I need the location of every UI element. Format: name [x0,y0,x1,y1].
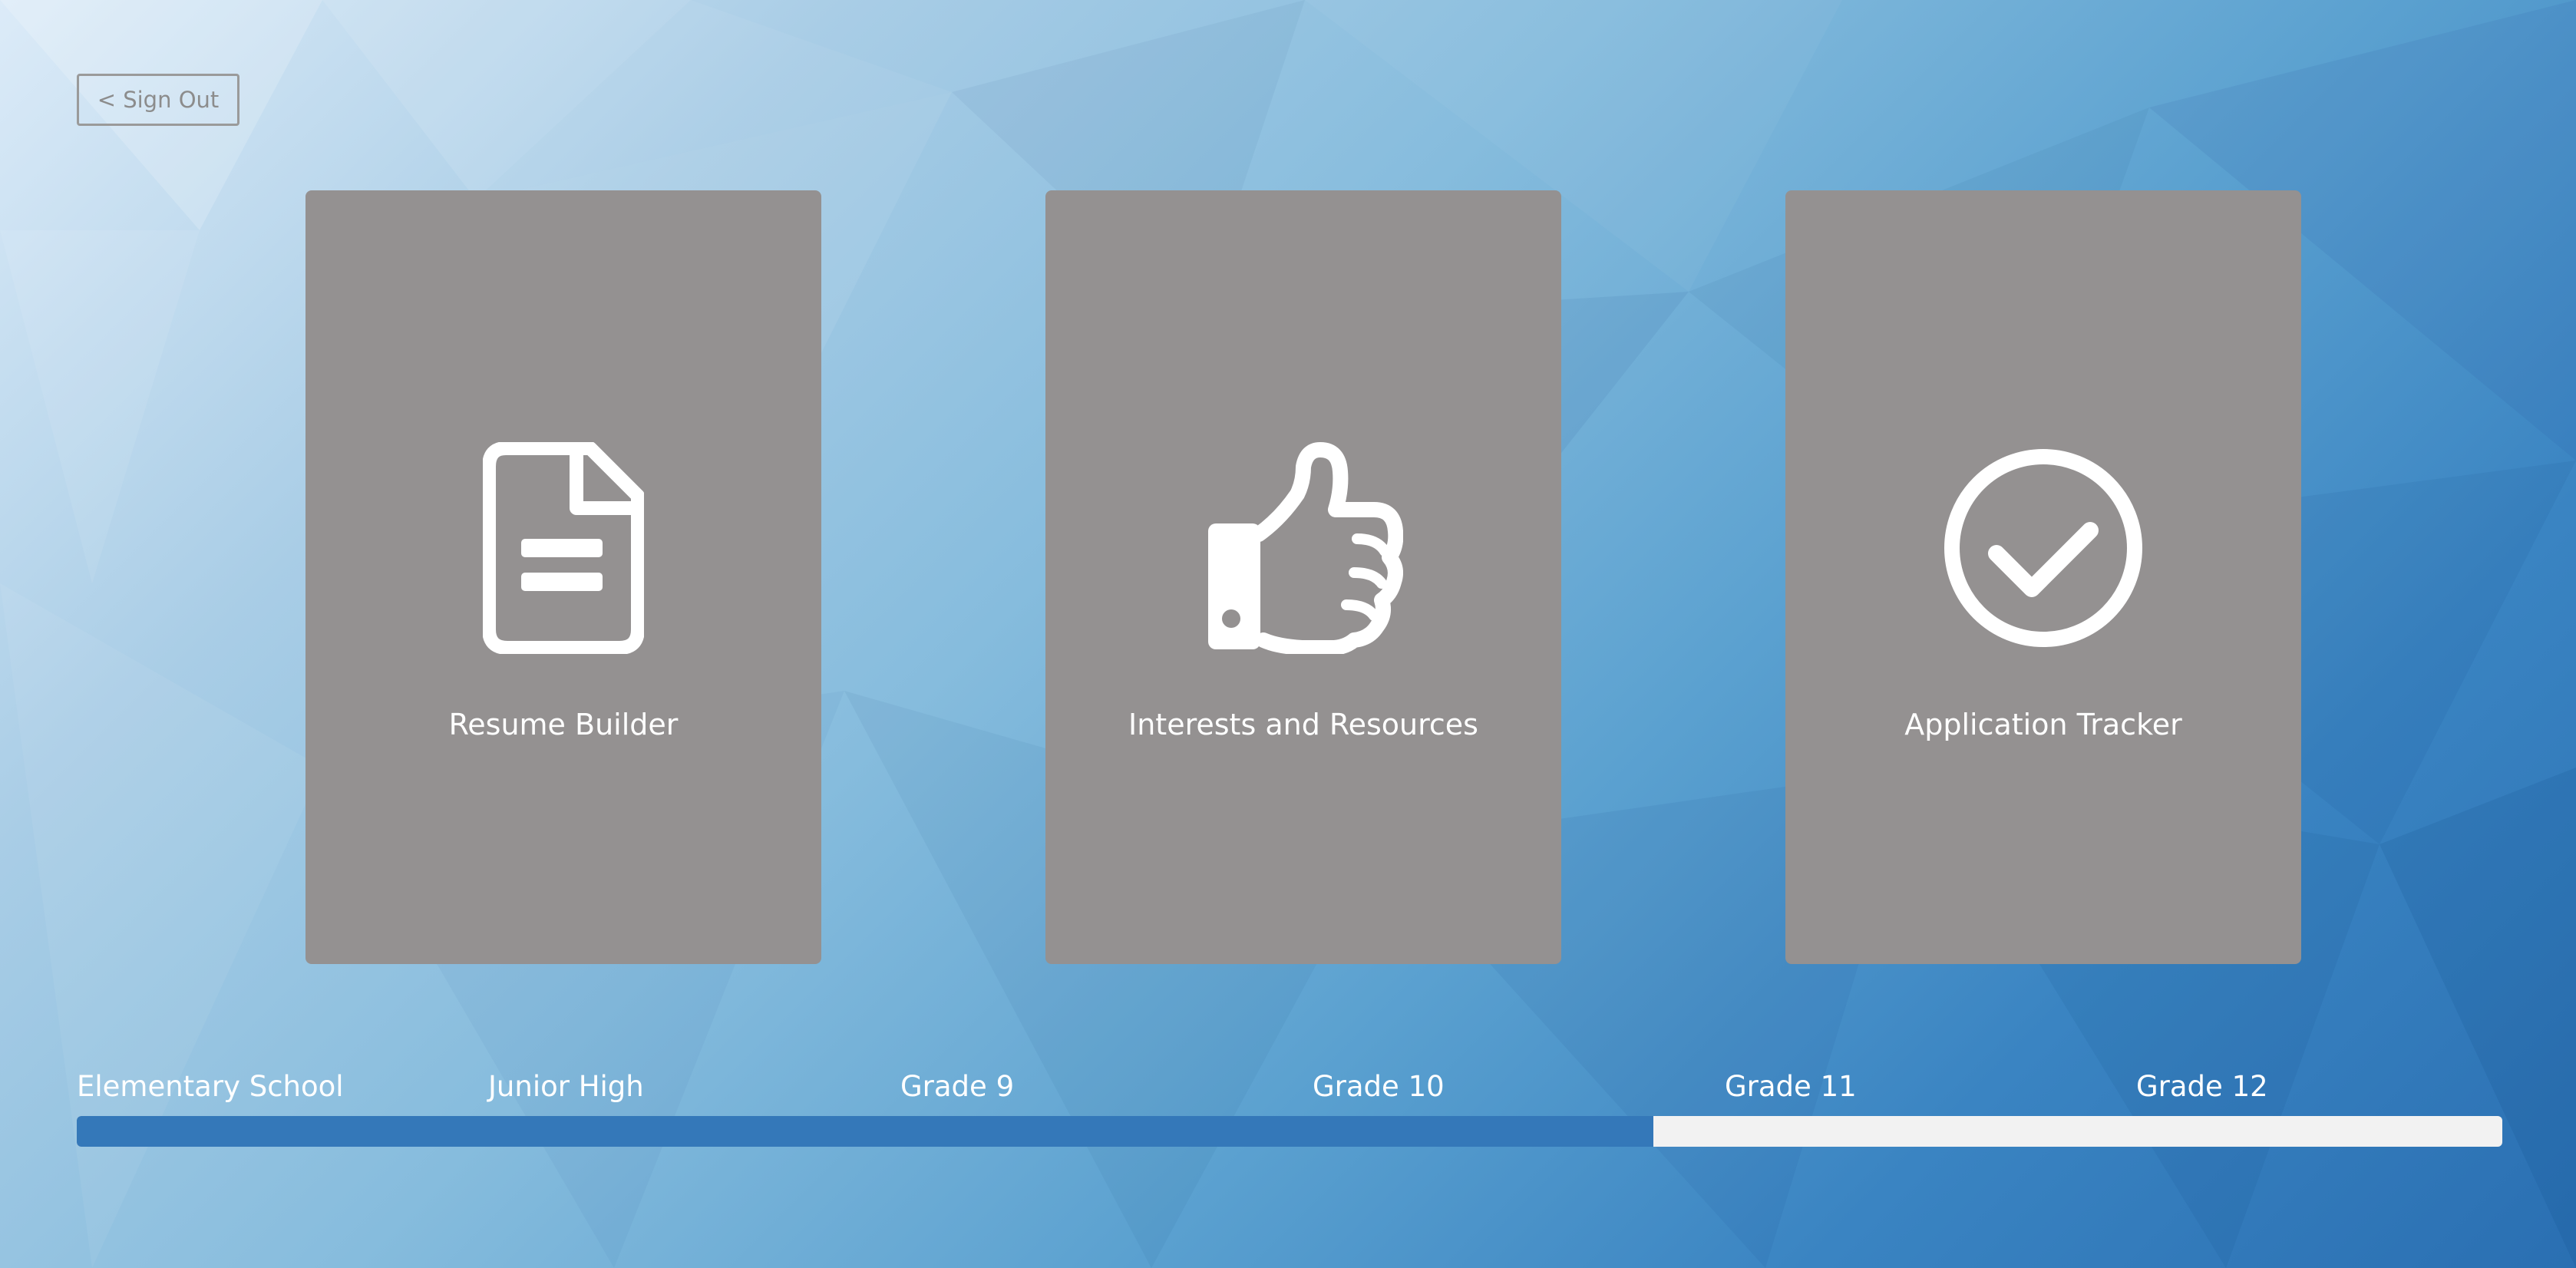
timeline-stage-grade-9: Grade 9 [900,1070,1015,1103]
grade-timeline-labels: Elementary School Junior High Grade 9 Gr… [77,1065,2502,1108]
timeline-stage-grade-10: Grade 10 [1313,1070,1445,1103]
grade-progress-bar [77,1116,2502,1147]
interests-resources-card[interactable]: Interests and Resources [1045,190,1561,964]
timeline-stage-elementary: Elementary School [77,1070,344,1103]
check-circle-icon [1785,444,2301,652]
application-tracker-card[interactable]: Application Tracker [1785,190,2301,964]
document-icon [305,442,821,654]
grade-progress-fill [77,1116,1653,1147]
card-label: Application Tracker [1904,708,2182,741]
timeline-stage-grade-12: Grade 12 [2136,1070,2268,1103]
card-label: Resume Builder [448,708,679,741]
resume-builder-card[interactable]: Resume Builder [305,190,821,964]
timeline-stage-grade-11: Grade 11 [1725,1070,1857,1103]
card-label: Interests and Resources [1128,708,1478,741]
thumbs-up-icon [1045,442,1561,654]
timeline-stage-junior-high: Junior High [488,1070,644,1103]
sign-out-button[interactable]: < Sign Out [77,74,239,126]
